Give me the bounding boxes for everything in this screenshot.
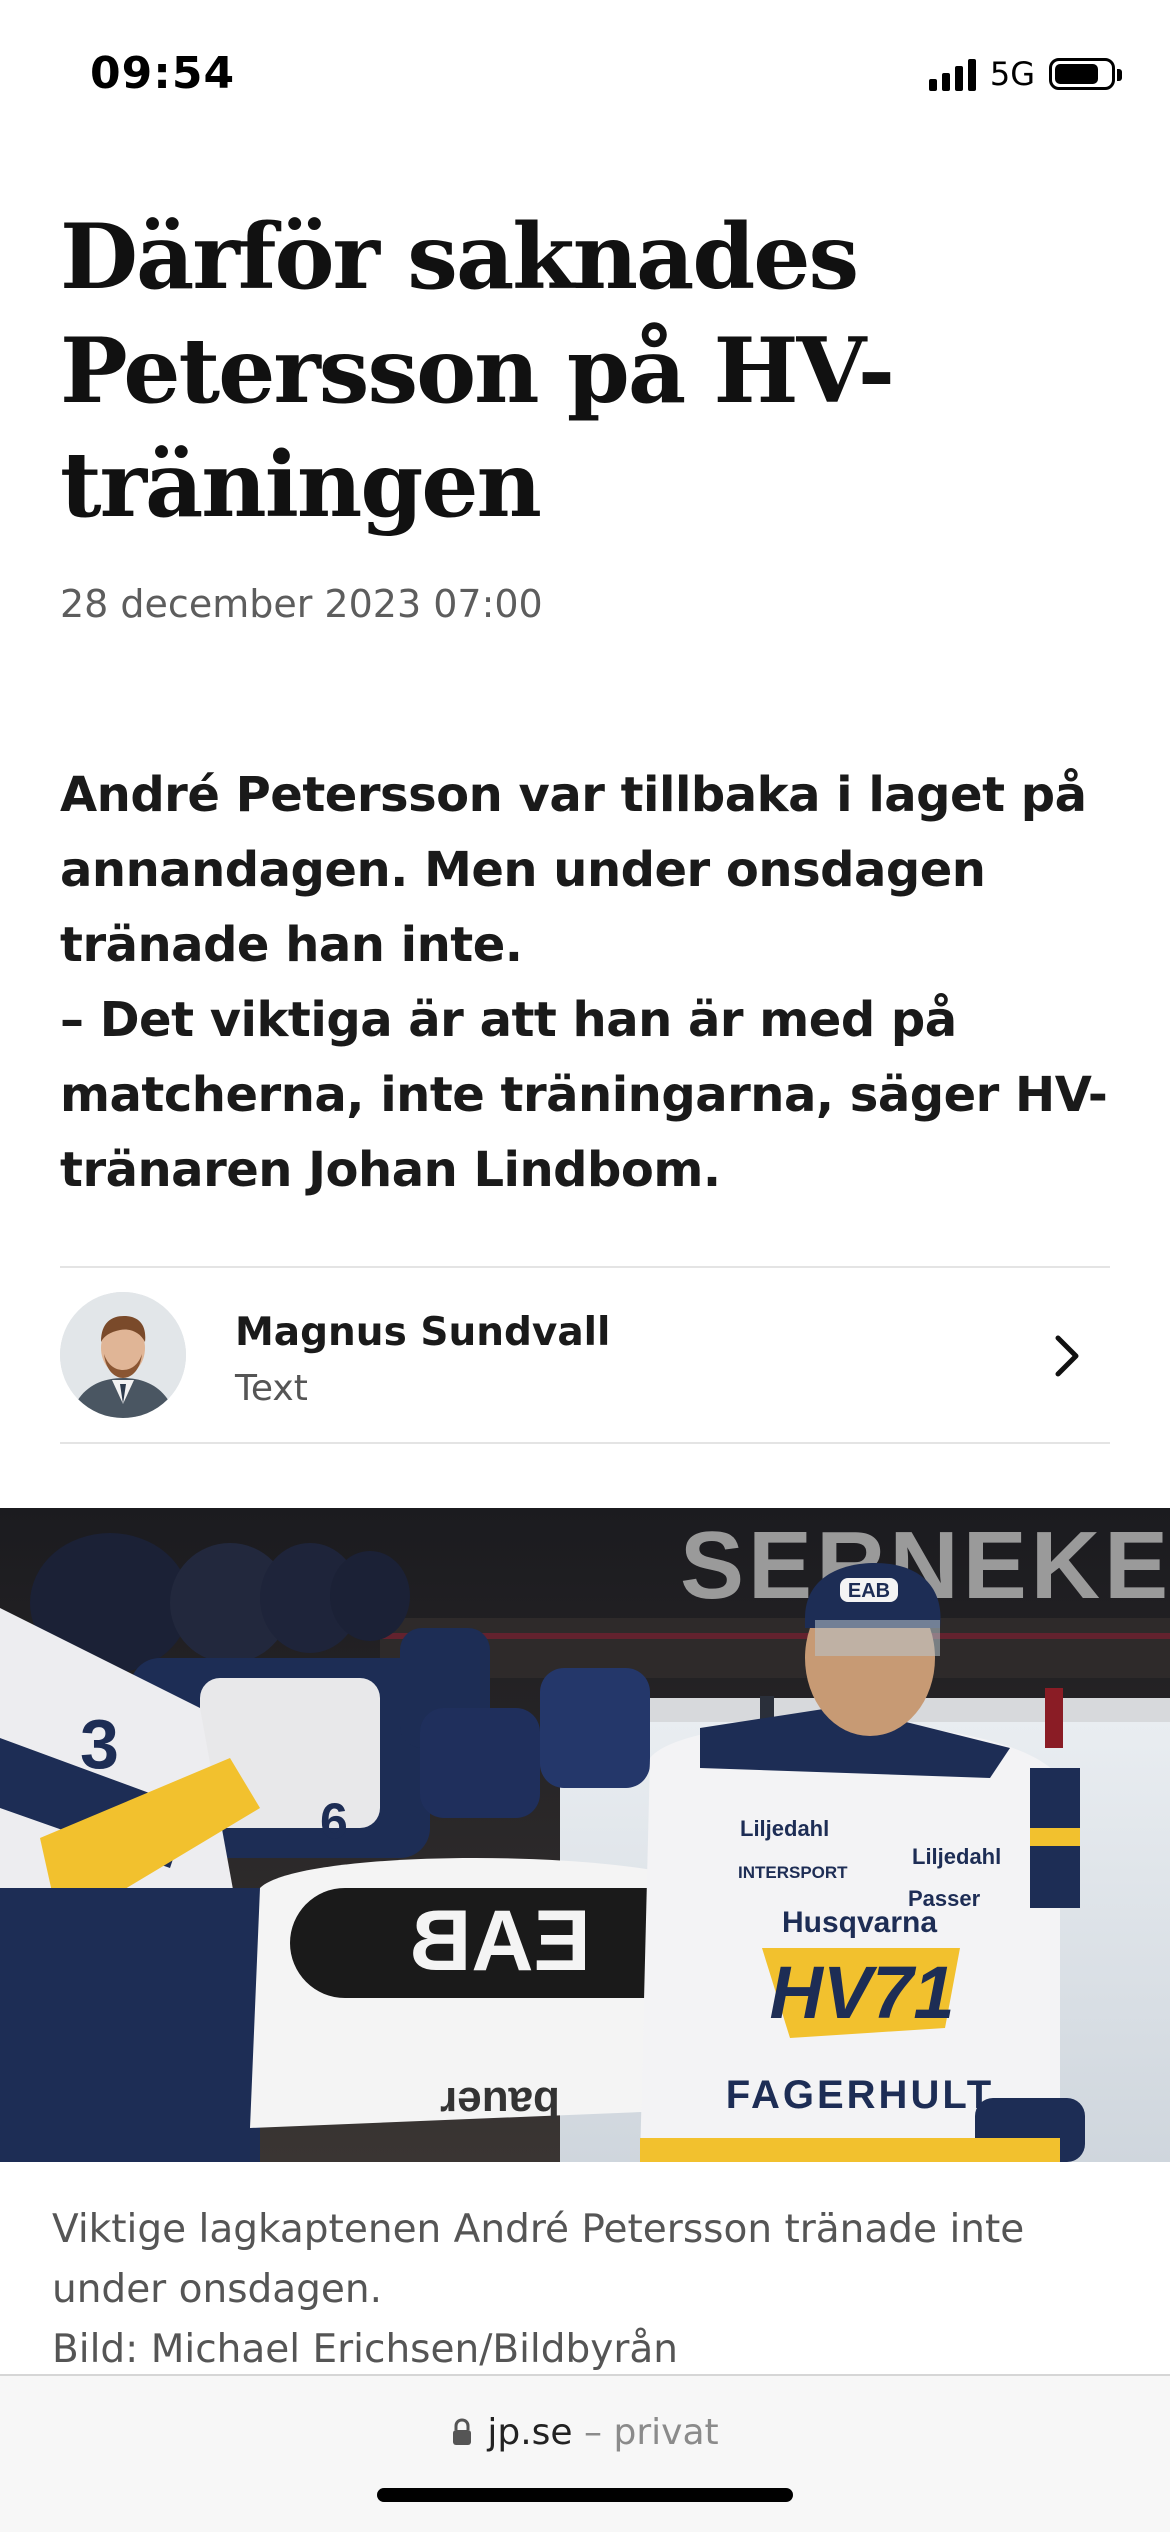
lead-quote: – Det viktiga är att han är med på match… (60, 992, 1108, 1198)
article-photo[interactable]: SERNEKE 3 6 EAB bauer EAB Liljedahl Lilj… (0, 1508, 1170, 2162)
author-avatar (60, 1292, 186, 1418)
lock-icon (453, 2418, 472, 2445)
url-domain: jp.se (487, 2412, 573, 2453)
status-indicators: 5G (928, 54, 1122, 94)
caption-text: Viktige lagkaptenen André Petersson trän… (52, 2207, 1025, 2312)
photo-caption: Viktige lagkaptenen André Petersson trän… (52, 2200, 1122, 2380)
article-headline: Därför saknades Petersson på HV-träninge… (60, 204, 895, 538)
chevron-right-icon[interactable] (1042, 1328, 1092, 1384)
photo-credit: Bild: Michael Erichsen/Bildbyrån (52, 2327, 678, 2372)
author-role: Text (235, 1368, 308, 1409)
glove-logo: EAB (409, 1893, 591, 1989)
browser-url-bar[interactable]: jp.se – privat (0, 2374, 1170, 2532)
svg-text:6: 6 (320, 1793, 348, 1849)
sponsor-intersport: INTERSPORT (738, 1863, 848, 1882)
article-date: 28 december 2023 07:00 (60, 582, 543, 626)
url-separator: – (584, 2412, 603, 2453)
private-mode-label: privat (613, 2412, 719, 2453)
svg-text:3: 3 (80, 1705, 119, 1783)
sponsor-liljedahl: Liljedahl (740, 1816, 829, 1841)
status-time: 09:54 (90, 48, 236, 99)
article-lead: André Petersson var tillbaka i laget på … (60, 758, 1120, 1208)
author-byline[interactable]: Magnus Sundvall Text (60, 1268, 1110, 1444)
glove-brand: bauer (440, 2078, 560, 2127)
helmet-logo: EAB (848, 1580, 890, 1602)
sponsor-husqvarna: Husqvarna (782, 1906, 937, 1939)
jersey-brand: FAGERHULT (726, 2073, 994, 2117)
team-logo: HV71 (769, 1951, 954, 2034)
status-bar: 09:54 5G (0, 0, 1170, 150)
home-indicator[interactable] (377, 2488, 793, 2502)
address-display[interactable]: jp.se – privat (0, 2412, 1170, 2453)
battery-level (1055, 64, 1099, 84)
divider (60, 1442, 1110, 1444)
signal-icon (928, 57, 976, 91)
battery-icon (1049, 58, 1122, 90)
network-type: 5G (989, 55, 1035, 93)
lead-paragraph: André Petersson var tillbaka i laget på … (60, 767, 1087, 973)
author-name: Magnus Sundvall (235, 1310, 611, 1355)
sponsor-liljedahl-2: Liljedahl (912, 1844, 1001, 1869)
